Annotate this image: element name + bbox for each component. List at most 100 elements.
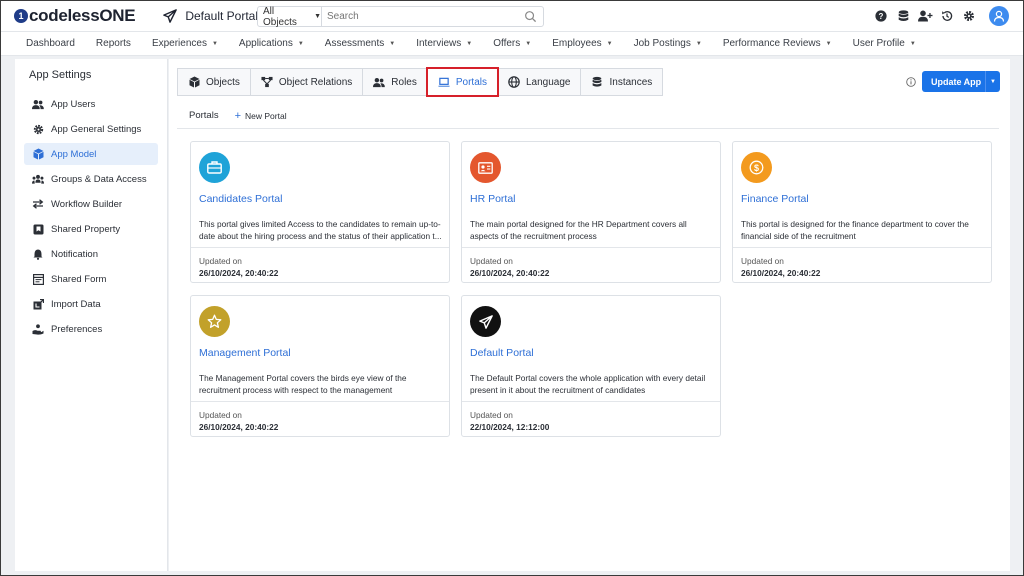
sidebar-item-preferences[interactable]: Preferences — [24, 318, 158, 340]
database-icon[interactable] — [895, 8, 911, 24]
search-icon[interactable] — [524, 10, 537, 23]
tab-object-relations[interactable]: Object Relations — [249, 68, 364, 96]
sidebar-item-notification[interactable]: Notification — [24, 243, 158, 265]
star-icon — [199, 306, 230, 337]
user-avatar-icon[interactable] — [989, 6, 1009, 26]
portals-subbar: Portals + New Portal — [177, 103, 999, 129]
portal-card-candidates[interactable]: Candidates Portal This portal gives limi… — [190, 141, 450, 283]
top-bar: 1 codelessONE Default Portal All Objects… — [1, 1, 1023, 32]
search-scope-select[interactable]: All Objects ▼ — [258, 6, 322, 28]
caret-down-icon: ▼ — [466, 40, 473, 47]
users-icon — [373, 76, 386, 88]
plus-icon: + — [234, 109, 242, 122]
new-portal-button[interactable]: + New Portal — [235, 110, 287, 122]
sidebar-item-app-users[interactable]: App Users — [24, 93, 158, 115]
help-icon[interactable]: ? — [873, 8, 889, 24]
groups-icon — [32, 173, 44, 185]
nav-performance-reviews[interactable]: Performance Reviews ▼ — [723, 38, 832, 49]
tab-label: Portals — [455, 76, 487, 88]
portal-title[interactable]: Management Portal — [199, 347, 291, 359]
portal-description: The main portal designed for the HR Depa… — [470, 219, 687, 241]
tab-label: Object Relations — [278, 76, 353, 88]
tab-objects[interactable]: Objects — [177, 68, 251, 96]
nav-label: Interviews — [416, 38, 462, 49]
portal-card-hr[interactable]: HR Portal The main portal designed for t… — [461, 141, 721, 283]
card-divider — [191, 247, 449, 248]
caret-down-icon: ▼ — [297, 40, 304, 47]
updated-date: 26/10/2024, 20:40:22 — [199, 422, 279, 432]
portal-card-management[interactable]: Management Portal The Management Portal … — [190, 295, 450, 437]
caret-down-icon: ▼ — [389, 40, 396, 47]
settings-icon[interactable] — [961, 8, 977, 24]
nav-reports[interactable]: Reports — [96, 38, 131, 49]
sidebar-item-shared-property[interactable]: Shared Property — [24, 218, 158, 240]
nav-label: User Profile — [852, 38, 905, 49]
database-icon — [591, 76, 603, 88]
sidebar-item-app-model[interactable]: App Model — [24, 143, 158, 165]
portal-title[interactable]: Default Portal — [470, 347, 534, 359]
portal-title[interactable]: Finance Portal — [741, 193, 809, 205]
tab-instances[interactable]: Instances — [580, 68, 664, 96]
history-icon[interactable] — [939, 8, 955, 24]
portal-description: This portal is designed for the finance … — [741, 219, 969, 241]
card-divider — [733, 247, 991, 248]
briefcase-icon — [199, 152, 230, 183]
sidebar-item-import-data[interactable]: Import Data — [24, 293, 158, 315]
nav-offers[interactable]: Offers ▼ — [493, 38, 531, 49]
portal-title[interactable]: HR Portal — [470, 193, 516, 205]
logo[interactable]: 1 codelessONE — [14, 1, 136, 32]
nav-dashboard[interactable]: Dashboard — [26, 38, 75, 49]
caret-down-icon: ▼ — [825, 40, 832, 47]
sidebar-item-workflow-builder[interactable]: Workflow Builder — [24, 193, 158, 215]
form-icon — [32, 273, 44, 285]
sidebar-item-label: App Users — [51, 98, 96, 110]
updated-label: Updated on — [470, 256, 513, 266]
tab-label: Roles — [391, 76, 417, 88]
portals-label: Portals — [189, 110, 219, 121]
import-icon — [32, 298, 44, 310]
svg-text:$: $ — [754, 163, 759, 173]
nav-label: Reports — [95, 38, 131, 49]
hand-user-icon — [32, 323, 44, 335]
caret-down-icon: ▼ — [990, 78, 996, 85]
portal-title[interactable]: Candidates Portal — [199, 193, 282, 205]
tab-language[interactable]: Language — [496, 68, 582, 96]
portal-description: The Management Portal covers the birds e… — [199, 373, 407, 395]
portal-card-default[interactable]: Default Portal The Default Portal covers… — [461, 295, 721, 437]
info-icon[interactable] — [906, 77, 916, 87]
nav-assessments[interactable]: Assessments ▼ — [325, 38, 395, 49]
updated-date: 22/10/2024, 12:12:00 — [470, 422, 550, 432]
add-user-icon[interactable] — [917, 8, 933, 24]
globe-icon — [508, 76, 520, 88]
tab-portals[interactable]: Portals — [425, 67, 499, 97]
update-app-dropdown-toggle[interactable]: ▼ — [985, 71, 1000, 92]
nav-label: Dashboard — [26, 38, 75, 49]
sidebar-item-label: App Model — [51, 148, 97, 160]
sidebar-item-groups-data-access[interactable]: Groups & Data Access — [24, 168, 158, 190]
nav-applications[interactable]: Applications ▼ — [239, 38, 304, 49]
update-app-button[interactable]: Update App ▼ — [922, 71, 1000, 92]
nav-job-postings[interactable]: Job Postings ▼ — [634, 38, 702, 49]
search-input[interactable] — [327, 11, 517, 22]
nav-label: Employees — [552, 38, 602, 49]
sidebar-item-label: Workflow Builder — [51, 198, 123, 210]
gear-icon — [32, 123, 44, 135]
nav-user-profile[interactable]: User Profile ▼ — [853, 38, 916, 49]
portal-card-finance[interactable]: $ Finance Portal This portal is designed… — [732, 141, 992, 283]
sidebar-item-shared-form[interactable]: Shared Form — [24, 268, 158, 290]
nav-experiences[interactable]: Experiences ▼ — [152, 38, 218, 49]
tab-roles[interactable]: Roles — [362, 68, 428, 96]
updated-date: 26/10/2024, 20:40:22 — [199, 268, 279, 278]
updated-label: Updated on — [470, 410, 513, 420]
portal-switcher[interactable]: Default Portal — [163, 9, 258, 23]
tab-label: Instances — [609, 76, 653, 88]
nav-employees[interactable]: Employees ▼ — [552, 38, 612, 49]
app-window: 1 codelessONE Default Portal All Objects… — [0, 0, 1024, 576]
laptop-icon — [438, 76, 450, 88]
sidebar-item-app-general-settings[interactable]: App General Settings — [24, 118, 158, 140]
caret-down-icon: ▼ — [211, 40, 218, 47]
caret-down-icon: ▼ — [695, 40, 702, 47]
logo-mark-icon: 1 — [14, 9, 28, 23]
nav-interviews[interactable]: Interviews ▼ — [416, 38, 472, 49]
relations-icon — [261, 76, 273, 88]
